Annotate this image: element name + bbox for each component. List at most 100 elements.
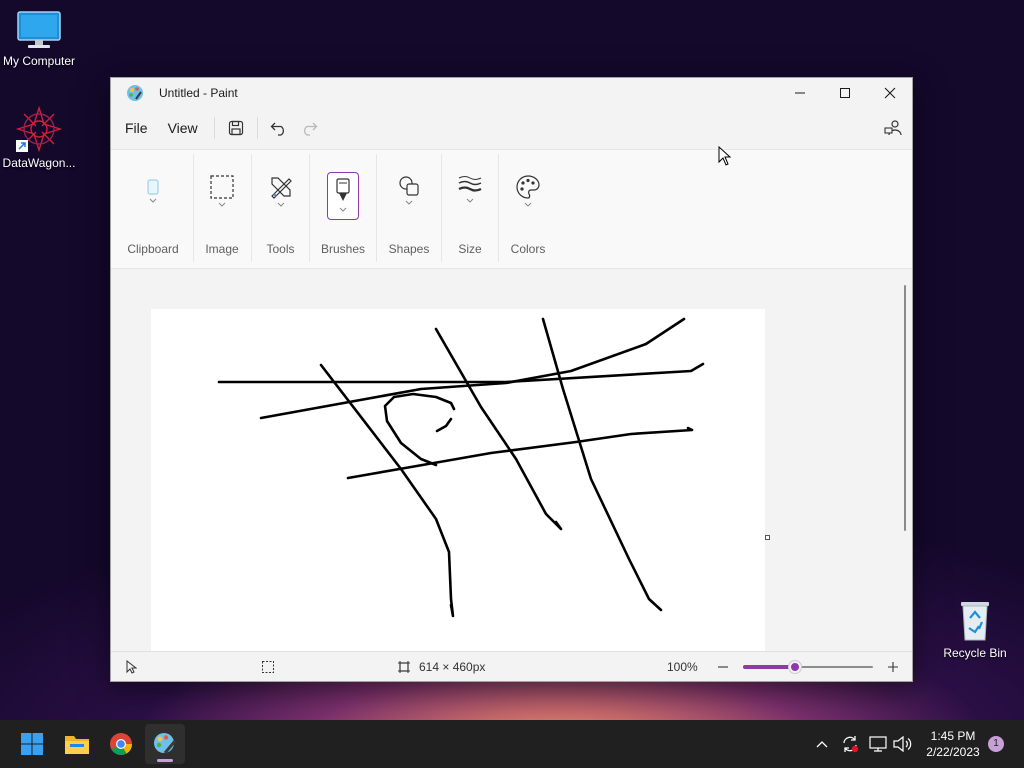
canvas-size-text: 614 × 460px bbox=[419, 660, 486, 674]
taskbar-file-explorer[interactable] bbox=[57, 724, 97, 764]
start-button[interactable] bbox=[12, 724, 52, 764]
clock-date: 2/22/2023 bbox=[926, 745, 980, 759]
notification-badge[interactable]: 1 bbox=[988, 736, 1004, 752]
plus-icon bbox=[888, 662, 898, 672]
divider bbox=[256, 117, 258, 139]
zoom-slider-fill bbox=[743, 665, 795, 669]
close-icon bbox=[884, 87, 896, 99]
canvas-size-icon bbox=[398, 661, 410, 673]
brush-icon bbox=[336, 178, 350, 201]
minus-icon bbox=[718, 666, 728, 668]
desktop-icon-recycle-bin[interactable]: Recycle Bin bbox=[933, 596, 1017, 660]
chrome-icon bbox=[110, 733, 132, 755]
show-hidden-icons-button[interactable] bbox=[815, 720, 829, 768]
drawing-canvas[interactable] bbox=[151, 309, 765, 651]
network-icon bbox=[869, 736, 887, 752]
divider bbox=[193, 154, 194, 262]
group-size[interactable]: Size bbox=[443, 150, 497, 268]
zoom-percent[interactable]: 100% bbox=[667, 652, 698, 682]
menu-file[interactable]: File bbox=[115, 114, 158, 142]
taskbar-chrome[interactable] bbox=[101, 724, 141, 764]
chevron-down-icon bbox=[218, 202, 226, 207]
selection-size-indicator bbox=[261, 652, 275, 682]
chevron-down-icon bbox=[405, 200, 413, 205]
group-label: Tools bbox=[266, 242, 295, 256]
clock-time: 1:45 PM bbox=[930, 729, 976, 743]
save-icon bbox=[228, 120, 243, 136]
selection-icon bbox=[262, 661, 274, 673]
mouse-cursor-icon bbox=[718, 146, 732, 166]
group-label: Colors bbox=[510, 242, 546, 256]
group-label: Image bbox=[205, 242, 239, 256]
divider bbox=[251, 154, 252, 262]
group-label: Clipboard bbox=[127, 242, 179, 256]
taskbar-paint[interactable] bbox=[145, 724, 185, 764]
divider bbox=[309, 154, 310, 262]
divider bbox=[498, 154, 499, 262]
tools-icon bbox=[270, 177, 292, 199]
active-indicator bbox=[157, 759, 173, 762]
window-title: Untitled - Paint bbox=[159, 86, 238, 100]
desktop-icon-datawagon[interactable]: DataWagon... bbox=[0, 106, 81, 170]
maximize-button[interactable] bbox=[822, 78, 868, 108]
maximize-icon bbox=[840, 88, 850, 98]
chevron-down-icon bbox=[466, 198, 474, 203]
taskbar: 1:45 PM 2/22/2023 bbox=[0, 720, 1024, 768]
zoom-in-button[interactable] bbox=[887, 652, 899, 682]
group-shapes[interactable]: Shapes bbox=[377, 150, 441, 268]
canvas-resize-handle[interactable] bbox=[765, 535, 770, 540]
ribbon-toolbar: Clipboard Image Tools Brushes Shapes Siz… bbox=[111, 149, 912, 269]
desktop-icon-label: Recycle Bin bbox=[943, 646, 1007, 660]
zoom-slider-thumb[interactable] bbox=[789, 661, 801, 673]
volume-control[interactable] bbox=[892, 720, 912, 768]
pointer-icon bbox=[126, 660, 137, 674]
palette-icon bbox=[516, 175, 540, 199]
group-image[interactable]: Image bbox=[195, 150, 249, 268]
vertical-scrollbar[interactable] bbox=[904, 285, 906, 531]
cursor-position-indicator bbox=[125, 652, 137, 682]
group-colors[interactable]: Colors bbox=[500, 150, 556, 268]
group-label: Shapes bbox=[388, 242, 430, 256]
account-button[interactable] bbox=[878, 113, 908, 143]
recycle-bin-icon bbox=[961, 602, 989, 641]
network-status[interactable] bbox=[868, 720, 888, 768]
chevron-down-icon bbox=[277, 202, 284, 207]
redo-button[interactable] bbox=[294, 113, 324, 143]
size-icon bbox=[458, 176, 482, 192]
group-label: Brushes bbox=[320, 242, 366, 256]
title-bar[interactable]: Untitled - Paint bbox=[111, 78, 912, 108]
desktop-icon-my-computer[interactable]: My Computer bbox=[0, 10, 81, 68]
datawagon-icon bbox=[16, 106, 62, 152]
menu-view[interactable]: View bbox=[158, 114, 208, 142]
minimize-icon bbox=[795, 92, 805, 94]
close-button[interactable] bbox=[867, 78, 913, 108]
chevron-up-icon bbox=[816, 741, 828, 748]
group-label: Size bbox=[458, 242, 482, 256]
group-clipboard[interactable]: Clipboard bbox=[121, 150, 185, 268]
select-icon bbox=[210, 175, 234, 199]
paint-window: Untitled - Paint File View Clipboard Ima… bbox=[110, 77, 913, 682]
taskbar-clock[interactable]: 1:45 PM 2/22/2023 bbox=[918, 728, 988, 760]
sync-status[interactable] bbox=[840, 720, 860, 768]
group-tools[interactable]: Tools bbox=[253, 150, 308, 268]
canvas-size-indicator: 614 × 460px bbox=[397, 652, 485, 682]
undo-icon bbox=[270, 122, 284, 136]
redo-icon bbox=[303, 122, 318, 136]
save-button[interactable] bbox=[221, 113, 251, 143]
divider bbox=[213, 117, 215, 139]
group-brushes[interactable]: Brushes bbox=[311, 150, 375, 268]
menu-bar: File View bbox=[111, 108, 912, 148]
desktop-icon-label: DataWagon... bbox=[2, 156, 76, 170]
chevron-down-icon bbox=[524, 202, 532, 207]
paint-app-icon bbox=[127, 85, 143, 101]
zoom-slider[interactable] bbox=[743, 661, 873, 673]
zoom-out-button[interactable] bbox=[717, 652, 729, 682]
chevron-down-icon bbox=[339, 207, 347, 212]
desktop-icon-label: My Computer bbox=[2, 54, 76, 68]
start-icon bbox=[21, 733, 43, 755]
undo-button[interactable] bbox=[264, 113, 294, 143]
file-explorer-icon bbox=[65, 736, 89, 754]
paint-icon bbox=[154, 733, 177, 754]
minimize-button[interactable] bbox=[777, 78, 823, 108]
divider bbox=[441, 154, 442, 262]
